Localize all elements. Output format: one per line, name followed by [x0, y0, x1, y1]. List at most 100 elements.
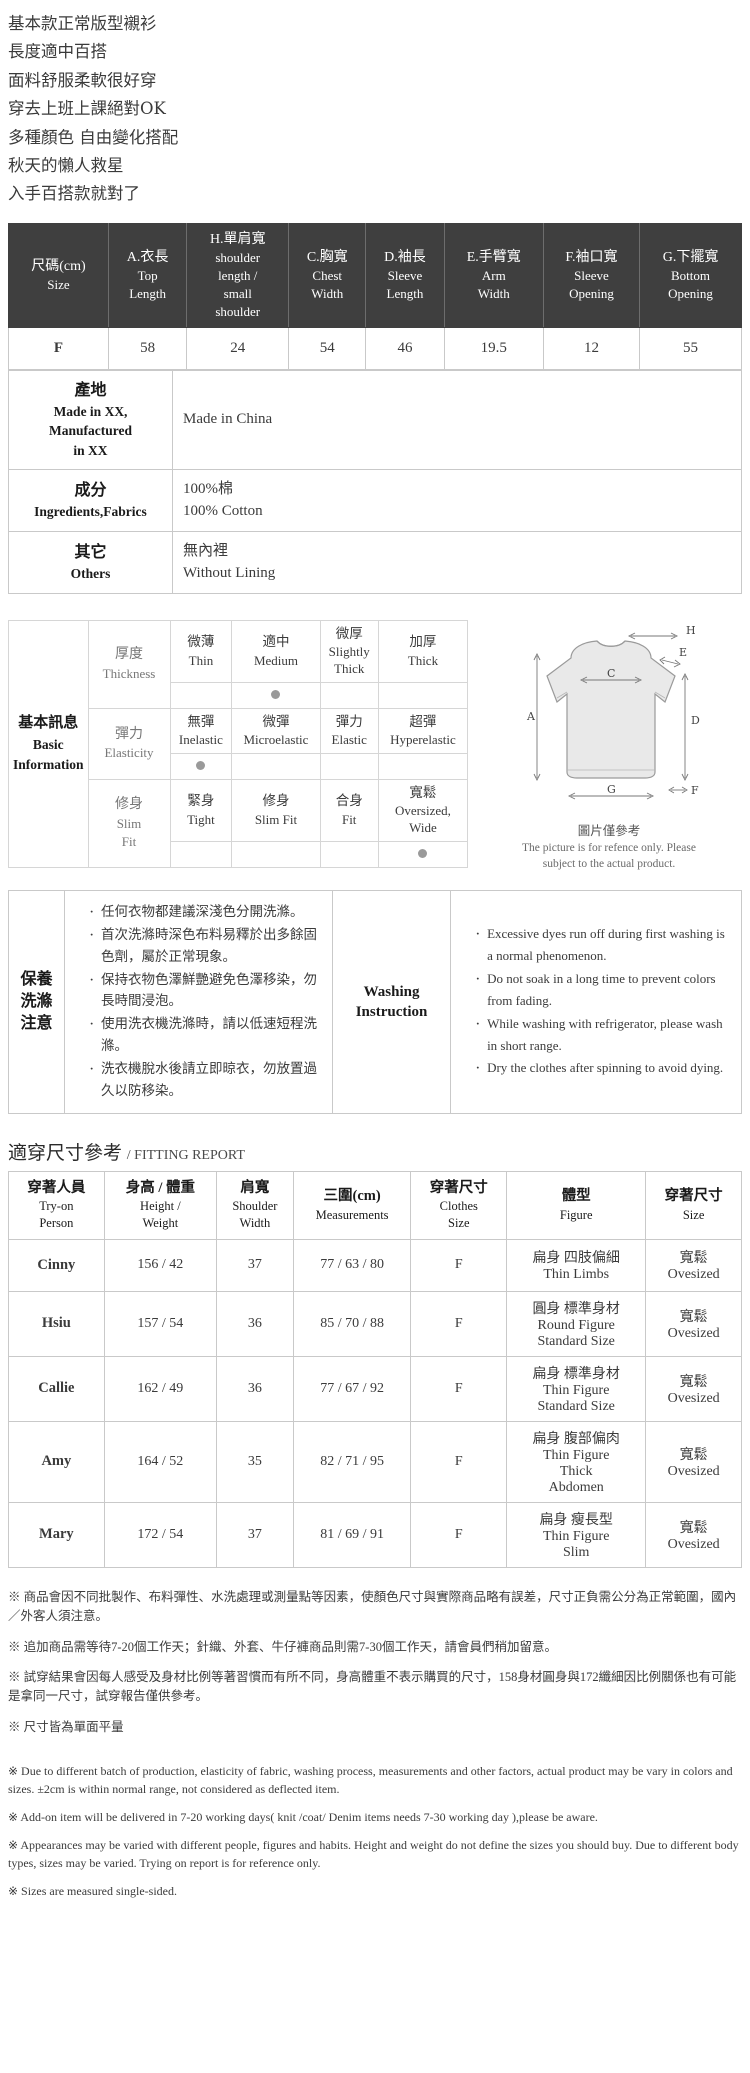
- fitting-header-cn: 穿著人員: [27, 1179, 86, 1196]
- basic-option-cell: 加厚 Thick: [377, 619, 469, 683]
- basic-selected-marker: [231, 681, 321, 709]
- fitting-figure: 扁身 四肢偏細 Thin Limbs: [506, 1238, 647, 1292]
- list-item: 首次洗滌時深色布料易釋於出多餘固色劑，屬於正常現象。: [89, 923, 324, 968]
- fitting-header-cell: 身高 / 體重 Height / Weight: [103, 1170, 218, 1240]
- fitting-header-cell: 穿著尺寸 Clothes Size: [410, 1170, 508, 1240]
- basic-information-body: 基本訊息 Basic Information 厚度 Thickness 微薄 Thin 適中 M…: [8, 619, 469, 868]
- washing-items-cn: 任何衣物都建議深淺色分開洗滌。首次洗滌時深色布料易釋於出多餘固色劑，屬於正常現象…: [63, 889, 334, 1114]
- note-line-cn: ※ 試穿結果會因每人感受及身材比例等著習慣而有所不同，身高體重不表示購買的尺寸，…: [8, 1670, 737, 1704]
- fitting-clothes-size: F: [410, 1501, 508, 1568]
- fitting-recommended-size: 寬鬆 Ovesized: [645, 1420, 742, 1503]
- fitting-person-name: Amy: [8, 1420, 105, 1503]
- size-header-en: Opening: [569, 285, 614, 301]
- basic-option-en: Slim Fit: [254, 811, 298, 827]
- fitting-clothes-size: F: [410, 1355, 508, 1422]
- diagram-label-A: A: [526, 710, 536, 723]
- size-table-body: F 58 24 54 46 19.5 12 55: [8, 326, 742, 370]
- size-header-en: Top: [137, 267, 158, 283]
- basic-option-en: Inelastic: [178, 732, 223, 748]
- fitting-height-weight: 162 / 49: [103, 1355, 218, 1422]
- fitting-figure-en2: Standard Size: [537, 1398, 615, 1414]
- note-line-cn: ※ 追加商品需等待7-20個工作天；針織、外套、牛仔褲商品則需7-30個工作天，…: [8, 1639, 557, 1654]
- fitting-measurements: 77 / 67 / 92: [292, 1355, 412, 1422]
- basic-option-cell: 微彈 Microelastic: [231, 707, 321, 754]
- diagram-caption: 圖片僅參考 The picture is for refence only. P…: [476, 822, 742, 873]
- info-label-cn: 產地: [74, 381, 107, 399]
- fitting-header-en: Try-on: [39, 1198, 74, 1213]
- fitting-header-en: Weight: [142, 1216, 179, 1231]
- notes-chinese: ※ 商品會因不同批製作、布料彈性、水洗處理或測量點等因素，使顏色尺寸與實際商品略…: [8, 1588, 742, 1737]
- fitting-clothes-size: F: [410, 1290, 508, 1357]
- info-value-en: Without Lining: [183, 565, 276, 582]
- fitting-shoulder-width: 36: [216, 1290, 294, 1357]
- notes-english: ※ Due to different batch of production, …: [8, 1762, 742, 1900]
- table-row: Mary 172 / 54 37 81 / 69 / 91 F 扁身 瘦長型 Thin Fi…: [8, 1501, 742, 1568]
- fitting-size-en: Ovesized: [667, 1463, 720, 1479]
- size-header-en: Sleeve: [387, 267, 423, 283]
- size-header-cn: D.袖長: [384, 249, 426, 265]
- basic-row-label: 彈力 Elasticity: [87, 707, 171, 780]
- info-label-cn: 其它: [74, 543, 107, 561]
- product-info-body: 產地 Made in XX, Manufactured in XX Made in Ch…: [8, 369, 742, 594]
- fitting-header-en: Height /: [140, 1198, 181, 1213]
- size-cell-value: 19.5: [443, 326, 544, 370]
- fitting-person-name: Hsiu: [8, 1290, 105, 1357]
- fitting-height-weight: 157 / 54: [103, 1290, 218, 1357]
- fitting-figure-en: Thin Figure: [542, 1528, 610, 1544]
- intro-line: 基本款正常版型襯衫: [8, 14, 157, 33]
- info-value: 無內裡 Without Lining: [172, 530, 742, 594]
- basic-row-label-en: Slim: [116, 815, 142, 831]
- fitting-figure-cn: 扁身 標準身材: [532, 1366, 620, 1382]
- fitting-header-cn: 身高 / 體重: [125, 1179, 195, 1196]
- fitting-header-cell: 體型 Figure: [506, 1170, 647, 1240]
- table-row: 其它 Others 無內裡 Without Lining: [8, 530, 742, 594]
- garment-diagram: A C D E F G H 圖片僅參考 The picture is for r…: [476, 620, 742, 873]
- fitting-shoulder-width: 35: [216, 1420, 294, 1503]
- list-item: 使用洗衣機洗滌時，請以低速短程洗滌。: [89, 1012, 324, 1057]
- basic-option-en: Wide: [409, 820, 437, 836]
- fitting-report-title: 適穿尺寸參考 / FITTING REPORT: [8, 1138, 742, 1165]
- note-line-en: ※ Sizes are measured single-sided.: [8, 1884, 178, 1899]
- garment-illustration-svg: A C D E F G H: [526, 624, 700, 799]
- size-header-cn: 尺碼(cm): [31, 258, 86, 274]
- size-header-cn: F.袖口寬: [565, 249, 618, 265]
- basic-option-cell: 寬鬆 Oversized, Wide: [377, 778, 469, 842]
- basic-option-cell: 彈力 Elastic: [319, 707, 379, 754]
- info-label-en: Others: [70, 565, 111, 581]
- size-header-en: small: [223, 285, 252, 301]
- diagram-caption-en-line: subject to the actual product.: [542, 858, 676, 871]
- info-label: 產地 Made in XX, Manufactured in XX: [8, 369, 173, 470]
- diagram-label-G: G: [607, 783, 616, 796]
- basic-option-cell: 適中 Medium: [231, 619, 321, 683]
- list-item: 保持衣物色澤鮮艷避免色澤移染，勿長時間浸泡。: [89, 968, 324, 1013]
- size-header-en: Width: [477, 285, 510, 301]
- list-item: 洗衣機脫水後請立即晾衣，勿放置過久以防移染。: [89, 1057, 324, 1102]
- basic-empty-marker: [377, 681, 469, 709]
- washing-list-en: Excessive dyes run off during first wash…: [459, 922, 733, 1083]
- size-header-cell: F.袖口寬 Sleeve Opening: [542, 222, 641, 328]
- basic-option-cell: 修身 Slim Fit: [231, 778, 321, 842]
- basic-option-en: Tight: [187, 811, 215, 827]
- intro-line: 長度適中百搭: [8, 42, 107, 62]
- fitting-header-en: Measurements: [315, 1207, 389, 1222]
- basic-empty-marker: [319, 681, 379, 709]
- fitting-person-name: Callie: [8, 1355, 105, 1422]
- basic-option-cn: 合身: [335, 793, 363, 809]
- fitting-header-cell: 三圍(cm) Measurements: [292, 1170, 412, 1240]
- fitting-size-cn: 寬鬆: [679, 1251, 708, 1267]
- size-header-en: shoulder: [215, 249, 261, 265]
- fitting-header-cell: 肩寬 Shoulder Width: [216, 1170, 294, 1240]
- intro-description: 基本款正常版型襯衫 長度適中百搭 面料舒服柔軟很好穿 穿去上班上課絕對OK 多種顏色 自…: [0, 0, 750, 223]
- fitting-header-en: Size: [448, 1216, 470, 1231]
- list-item: While washing with refrigerator, please …: [475, 1012, 733, 1057]
- basic-empty-marker: [169, 681, 233, 709]
- fitting-figure-en: Thin Figure: [542, 1447, 610, 1463]
- info-value-cn: 100%棉: [183, 480, 233, 497]
- basic-option-en: Medium: [253, 652, 298, 668]
- basic-option-cn: 寬鬆: [409, 784, 437, 800]
- basic-option-row: 基本訊息 Basic Information 厚度 Thickness 微薄 Thin 適中 M…: [8, 619, 469, 868]
- fitting-header-cn: 穿著尺寸: [429, 1179, 488, 1196]
- selection-dot-icon: [418, 849, 428, 859]
- basic-option-en: Slightly: [328, 643, 370, 659]
- basic-empty-marker: [231, 752, 321, 780]
